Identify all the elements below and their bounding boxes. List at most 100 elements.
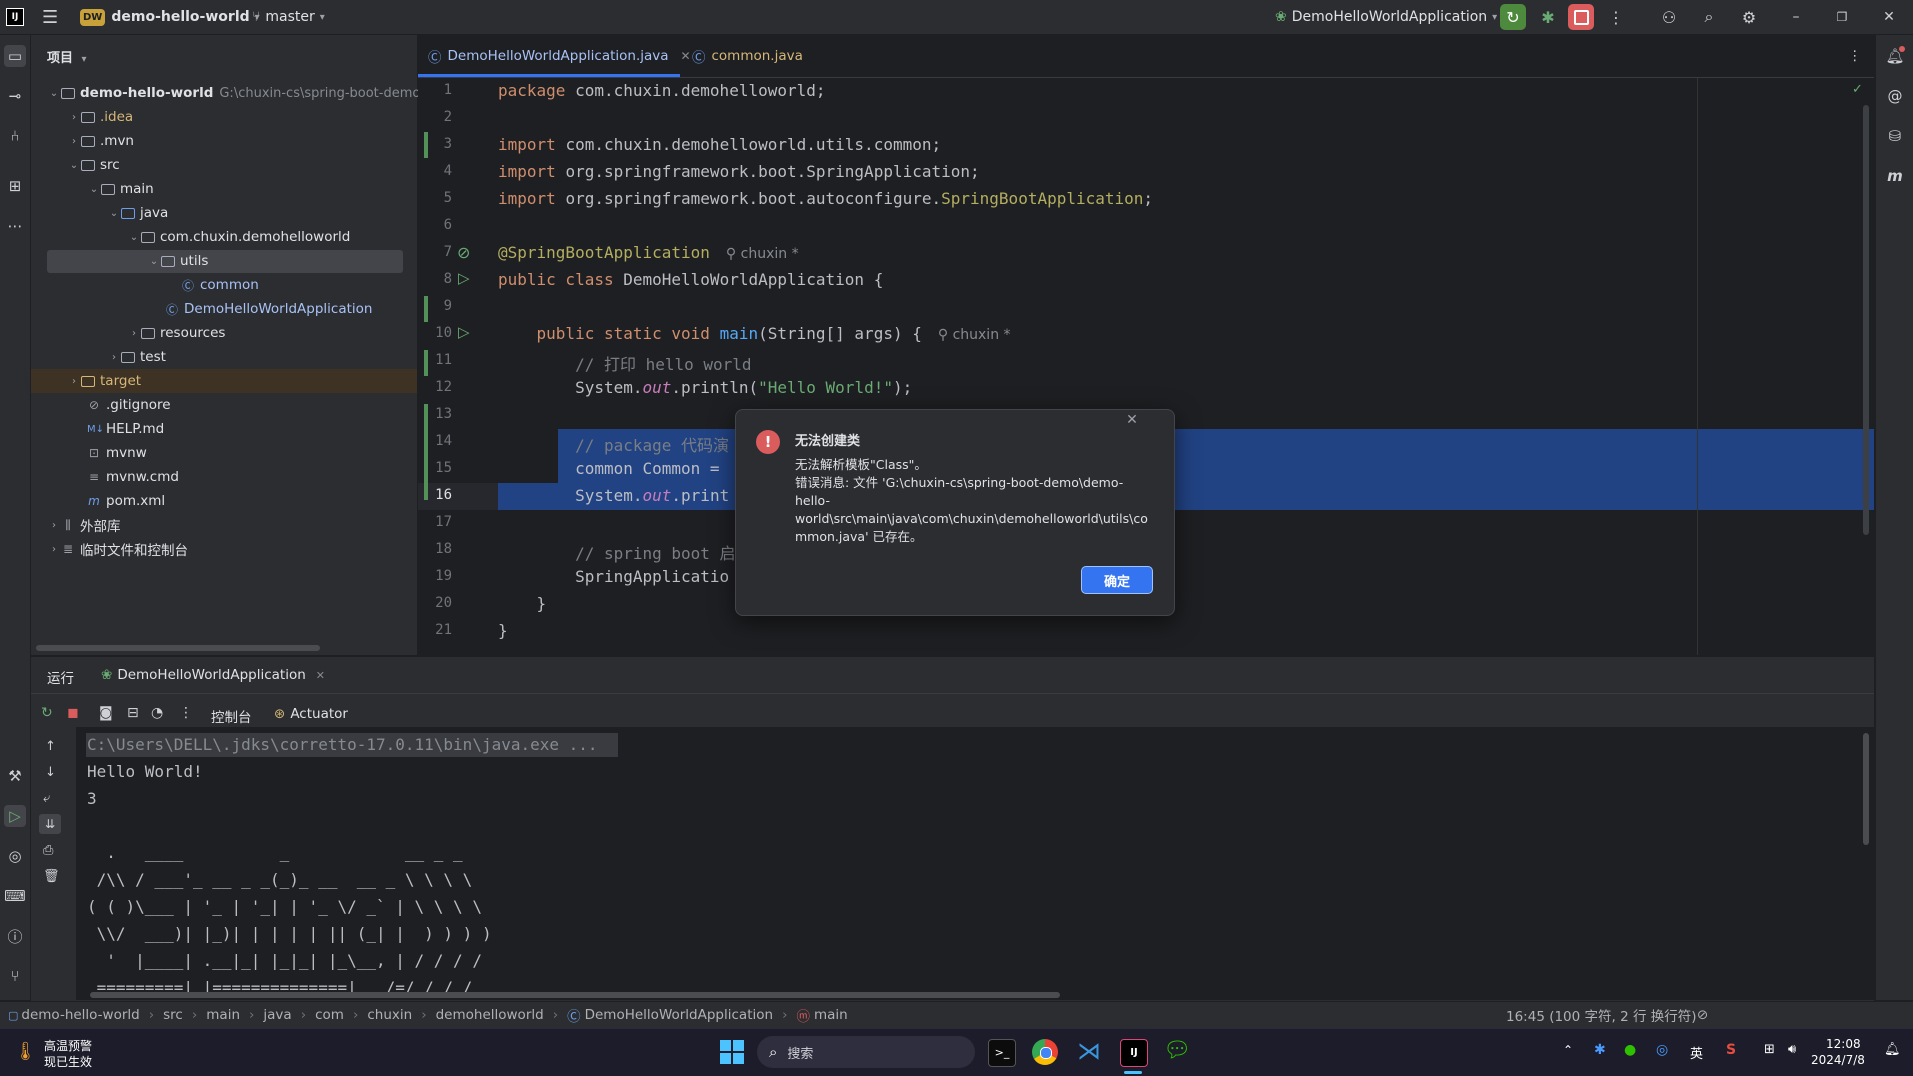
wechat-tray-icon[interactable]: ● <box>1624 1042 1636 1058</box>
rerun-icon[interactable]: ↻ <box>1500 4 1526 30</box>
wechat-app-icon[interactable]: 💬︎ <box>1163 1038 1191 1063</box>
run-tool-icon[interactable]: ▷ <box>4 805 26 827</box>
project-folder-icon[interactable]: ▭ <box>4 45 26 67</box>
terminal-icon[interactable]: ⌨ <box>4 885 26 907</box>
project-panel-title[interactable]: 项目 ▾ <box>47 47 87 66</box>
caret-position[interactable]: 16:45 (100 字符, 2 行 换行符) <box>1506 1002 1697 1028</box>
notifications-bell-icon[interactable]: 🔔︎ <box>1884 45 1906 67</box>
tree-item-mvn[interactable]: › .mvn <box>67 129 134 153</box>
run-gutter-icon[interactable]: ▷ <box>458 323 470 341</box>
weather-title[interactable]: 高温预警 <box>44 1037 92 1054</box>
tree-item-resources[interactable]: › resources <box>127 321 225 345</box>
ime-indicator[interactable]: 英 <box>1690 1043 1703 1062</box>
search-icon[interactable]: ⌕ <box>1696 4 1722 30</box>
breadcrumb-item[interactable]: main <box>814 1007 848 1023</box>
more-tools-icon[interactable]: ⋯ <box>4 215 26 237</box>
readonly-toggle-icon[interactable]: ⊘ <box>1697 1002 1708 1028</box>
clock-time[interactable]: 12:08 <box>1826 1037 1861 1051</box>
close-dialog-icon[interactable]: ✕ <box>1122 412 1142 428</box>
windows-start-icon[interactable] <box>720 1040 744 1064</box>
add-user-icon[interactable]: ⚇ <box>1656 4 1682 30</box>
ai-assistant-icon[interactable]: @ <box>1884 85 1906 107</box>
build-hammer-icon[interactable]: ⚒ <box>4 765 26 787</box>
tree-item-java[interactable]: ⌄ java <box>107 201 169 225</box>
intellij-app-icon[interactable]: IJ <box>1120 1039 1148 1067</box>
maven-icon[interactable]: m <box>1884 165 1906 187</box>
vscode-app-icon[interactable]: ⋊ <box>1077 1037 1101 1065</box>
author-hint[interactable]: ⚲ chuxin * <box>726 246 799 262</box>
commit-icon[interactable]: ⊸ <box>4 85 26 107</box>
tree-item-src[interactable]: ⌄ src <box>67 153 120 177</box>
notification-center-icon[interactable]: 🔔︎ <box>1884 1042 1901 1057</box>
minimize-icon[interactable]: – <box>1783 4 1809 30</box>
pull-request-icon[interactable]: ⑃ <box>4 125 26 147</box>
tree-item-idea[interactable]: › .idea <box>67 105 133 129</box>
branch-switcher[interactable]: ⑂ master ▾ <box>252 0 325 34</box>
tree-item-utils[interactable]: ⌄ utils <box>147 249 209 273</box>
project-switcher[interactable]: DW demo-hello-world ▾ <box>80 0 260 34</box>
close-tab-icon[interactable]: ✕ <box>681 49 691 63</box>
breadcrumb-item[interactable]: chuxin <box>367 1007 412 1023</box>
network-icon[interactable]: ⊞ <box>1764 1042 1775 1057</box>
more-actions-icon[interactable]: ⋮ <box>1603 4 1629 30</box>
bluetooth-tray-icon[interactable]: ✱ <box>1594 1042 1606 1058</box>
main-menu-icon[interactable]: ☰ <box>42 0 58 34</box>
tree-item-target[interactable]: › target <box>67 369 141 393</box>
sogou-ime-icon[interactable]: S <box>1726 1042 1736 1058</box>
breadcrumb-item[interactable]: demo-hello-world <box>21 1007 139 1023</box>
tree-item-help[interactable]: M↓ HELP.md <box>87 417 164 441</box>
structure-icon[interactable]: ⊞ <box>4 175 26 197</box>
breadcrumb-item[interactable]: com <box>315 1007 344 1023</box>
scroll-up-icon[interactable]: ↑ <box>45 739 56 754</box>
breadcrumb-item[interactable]: main <box>206 1007 240 1023</box>
git-icon[interactable]: ⑂ <box>4 965 26 987</box>
taskbar-search[interactable]: ⌕ 搜索 <box>757 1036 975 1068</box>
soft-wrap-icon[interactable]: ⤶ <box>43 791 50 806</box>
console-h-scrollbar[interactable] <box>90 992 1060 998</box>
more-actions-icon[interactable]: ⋮ <box>179 705 193 721</box>
tab-common[interactable]: Ⓒ common.java <box>692 35 803 77</box>
tree-root[interactable]: ⌄ demo-hello-world G:\chuxin-cs\spring-b… <box>47 81 421 105</box>
chrome-app-icon[interactable] <box>1032 1039 1058 1065</box>
volume-icon[interactable]: 🔊︎ <box>1788 1042 1796 1057</box>
scroll-down-icon[interactable]: ↓ <box>45 765 56 780</box>
tabs-more-icon[interactable]: ⋮ <box>1848 35 1862 77</box>
tab-actuator[interactable]: ⊛ Actuator <box>274 706 348 722</box>
app-tray-icon[interactable]: ◎ <box>1656 1042 1668 1058</box>
tree-item-common[interactable]: Ⓒ common <box>181 273 259 297</box>
run-config-selector[interactable]: ❀ DemoHelloWorldApplication ▾ <box>1275 0 1497 34</box>
restore-icon[interactable]: ❐ <box>1829 4 1855 30</box>
breadcrumb-item[interactable]: java <box>263 1007 291 1023</box>
clear-trash-icon[interactable]: 🗑︎ <box>43 869 60 884</box>
database-icon[interactable]: ⛁ <box>1884 125 1906 147</box>
profiler-icon[interactable]: ◔ <box>151 705 163 721</box>
tree-item-scratches[interactable]: › ≣ 临时文件和控制台 <box>47 537 188 561</box>
dump-threads-icon[interactable]: ⊟ <box>127 705 139 721</box>
stop-button[interactable] <box>1568 4 1594 30</box>
tree-item-application[interactable]: Ⓒ DemoHelloWorldApplication <box>165 297 372 321</box>
breadcrumb-item[interactable]: src <box>163 1007 183 1023</box>
print-icon[interactable]: ⎙ <box>43 843 53 858</box>
tree-item-gitignore[interactable]: ⊘ .gitignore <box>87 393 171 417</box>
run-gutter-icon[interactable]: ▷ <box>458 269 470 287</box>
inspection-ok-icon[interactable]: ✓ <box>1852 82 1863 97</box>
tree-item-pom[interactable]: m pom.xml <box>87 489 165 513</box>
editor-scrollbar[interactable] <box>1863 105 1869 535</box>
tree-item-external-libs[interactable]: › ⫼ 外部库 <box>47 513 121 537</box>
project-scrollbar[interactable] <box>36 645 320 651</box>
problems-icon[interactable]: ⓘ <box>4 925 26 947</box>
close-window-icon[interactable]: ✕ <box>1876 4 1902 30</box>
weather-warning-icon[interactable]: 🌡︎ <box>14 1041 37 1062</box>
tree-item-test[interactable]: › test <box>107 345 166 369</box>
camera-icon[interactable]: ◙ <box>99 705 113 721</box>
tray-expand-icon[interactable]: ⌃ <box>1563 1043 1573 1057</box>
scroll-to-end-icon[interactable]: ⇊ <box>39 814 61 834</box>
tab-application[interactable]: Ⓒ DemoHelloWorldApplication.java ✕ <box>428 35 691 77</box>
rerun-icon[interactable]: ↻ <box>41 705 53 721</box>
tree-item-mvnwcmd[interactable]: ≡ mvnw.cmd <box>87 465 179 489</box>
tab-console[interactable]: 控制台 <box>211 706 252 726</box>
run-tab[interactable]: ❀ DemoHelloWorldApplication ✕ <box>101 667 325 683</box>
console-v-scrollbar[interactable] <box>1863 733 1869 845</box>
tree-item-main[interactable]: ⌄ main <box>87 177 154 201</box>
terminal-app-icon[interactable]: >_ <box>988 1039 1016 1067</box>
